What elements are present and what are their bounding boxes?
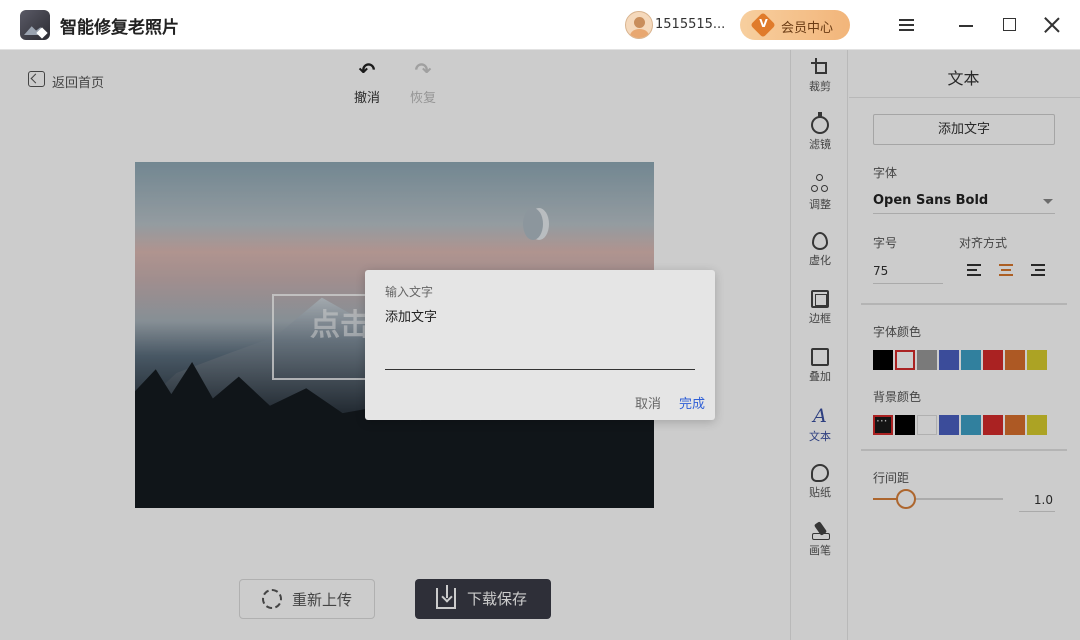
menu-icon[interactable] xyxy=(896,14,918,36)
user-name[interactable]: 1515515... xyxy=(655,17,725,32)
maximize-icon[interactable] xyxy=(999,14,1021,36)
app-title: 智能修复老照片 xyxy=(60,18,179,38)
dialog-text-input[interactable]: 添加文字 xyxy=(385,306,695,370)
vip-icon: V xyxy=(750,12,776,38)
vip-center-label: 会员中心 xyxy=(781,21,834,36)
user-avatar[interactable] xyxy=(625,11,653,39)
close-icon[interactable] xyxy=(1041,14,1063,36)
vip-badge-letter: V xyxy=(759,16,768,30)
app-logo xyxy=(20,10,50,40)
title-bar: 智能修复老照片 1515515... V 会员中心 xyxy=(0,0,1080,50)
dialog-ok-button[interactable]: 完成 xyxy=(679,393,705,412)
vip-center-button[interactable]: V 会员中心 xyxy=(740,10,850,40)
dialog-cancel-button[interactable]: 取消 xyxy=(635,393,661,412)
minimize-icon[interactable] xyxy=(955,14,977,36)
dialog-label: 输入文字 xyxy=(385,285,434,299)
text-input-dialog: 输入文字 添加文字 取消 完成 xyxy=(365,270,715,420)
